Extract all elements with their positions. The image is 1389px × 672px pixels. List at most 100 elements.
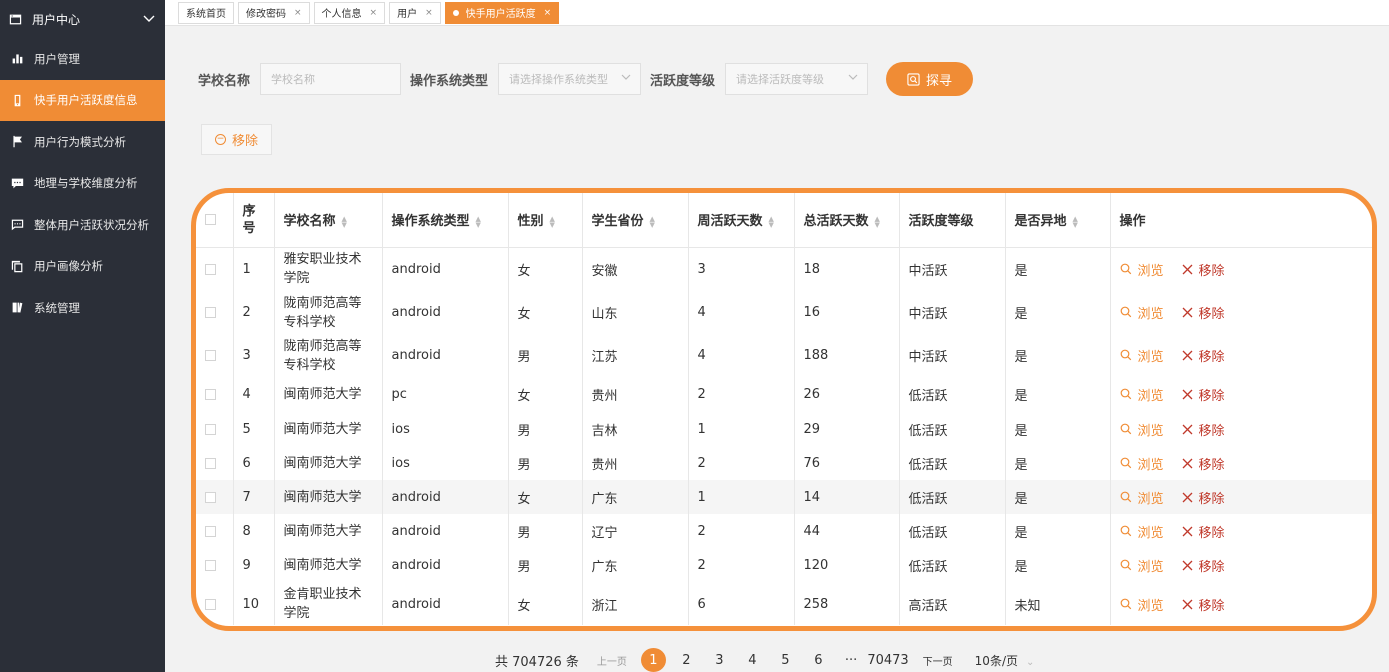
table-row[interactable]: 6 闽南师范大学 ios 男贵州 2 76 低活跃是 浏览 移除 [196,446,1372,480]
table-row[interactable]: 10 金肯职业技术学院 android 女浙江 6 258 高活跃 未知 浏览 移除 [196,583,1372,625]
column-header-label: 操作系统类型 [391,214,470,230]
remove-button[interactable]: 移除 [1182,350,1225,365]
sort-icon[interactable]: ▲ ▼ [769,215,774,228]
sidebar-item-6[interactable]: 用户画像分析 [0,246,165,288]
page-size-select[interactable]: 10条/页 ⌄ [975,652,1035,669]
view-button[interactable]: 浏览 [1120,491,1164,507]
table-row[interactable]: 7 闽南师范大学 android 女广东 1 14 低活跃是 浏览 移除 [196,480,1372,514]
pagination-ellipsis[interactable]: ··· [845,653,857,668]
sidebar-item-3[interactable]: 用户行为模式分析 [0,121,165,163]
row-checkbox[interactable] [205,560,216,571]
school-name-input[interactable] [260,63,402,95]
search-button[interactable]: 探寻 [886,62,974,96]
last-page-button[interactable]: 70473 [867,653,908,668]
table-row[interactable]: 4 闽南师范大学 pc 女贵州 2 26 低活跃是 浏览 移除 [196,377,1372,412]
row-checkbox[interactable] [205,389,216,400]
row-checkbox-cell [196,291,234,334]
tab-1[interactable]: 系统首页 [178,1,234,24]
page-button-6[interactable]: 6 [806,648,831,672]
table-cell: 男 [508,514,583,548]
remove-button[interactable]: 移除 [1182,560,1225,575]
page-button-5[interactable]: 5 [773,648,798,672]
tab-5[interactable]: 快手用户活跃度 × [444,1,560,24]
close-icon[interactable]: × [294,8,302,18]
view-button[interactable]: 浏览 [1120,388,1164,404]
view-button[interactable]: 浏览 [1120,263,1164,279]
column-header-6[interactable]: 周活跃天数 ▲ ▼ [688,193,795,248]
next-page-button[interactable]: 下一页 [923,653,953,668]
view-button[interactable]: 浏览 [1120,598,1164,614]
column-header-1[interactable]: 序号 [233,193,275,248]
batch-remove-button[interactable]: − 移除 [201,124,272,155]
sort-icon[interactable]: ▲ ▼ [650,215,655,228]
remove-button[interactable]: 移除 [1182,264,1225,279]
page-button-2[interactable]: 2 [674,648,699,672]
table-row[interactable]: 8 闽南师范大学 android 男辽宁 2 44 低活跃是 浏览 移除 [196,514,1372,548]
sidebar-item-2[interactable]: 快手用户活跃度信息 [0,79,165,121]
column-header-7[interactable]: 总活跃天数 ▲ ▼ [794,193,900,248]
remove-button[interactable]: 移除 [1182,424,1225,439]
view-button[interactable]: 浏览 [1120,525,1164,541]
table-cell: 女 [508,377,583,412]
sort-icon[interactable]: ▲ ▼ [875,215,880,228]
view-button[interactable]: 浏览 [1120,457,1164,473]
row-checkbox[interactable] [205,307,216,318]
select-all-checkbox[interactable] [205,214,216,226]
view-button[interactable]: 浏览 [1120,349,1164,365]
sort-icon[interactable]: ▲ ▼ [342,215,347,228]
remove-button[interactable]: 移除 [1182,526,1225,541]
table-cell: 6 [688,583,795,625]
sort-icon[interactable]: ▲ ▼ [1073,215,1078,228]
row-checkbox[interactable] [205,263,216,275]
table-row[interactable]: 2 陇南师范高等专科学校 android 女山东 4 16 中活跃是 浏览 移除 [196,291,1372,334]
remove-label: 移除 [1198,350,1225,365]
row-checkbox[interactable] [205,423,216,435]
row-checkbox[interactable] [205,525,216,537]
page-button-3[interactable]: 3 [707,648,732,672]
remove-button[interactable]: 移除 [1182,458,1225,473]
sort-icon[interactable]: ▲ ▼ [550,215,555,228]
sidebar-item-4[interactable]: 地理与学校维度分析 [0,163,165,205]
page-button-4[interactable]: 4 [740,648,765,672]
remove-button[interactable]: 移除 [1182,599,1225,614]
table-row[interactable]: 3 陇南师范高等专科学校 android 男江苏 4 188 中活跃是 浏览 移除 [196,334,1372,377]
column-header-5[interactable]: 学生省份 ▲ ▼ [582,193,689,248]
table-cell: 男 [508,334,583,377]
sidebar-header[interactable]: 用户中心 [0,0,165,38]
table-row[interactable]: 5 闽南师范大学 ios 男吉林 1 29 低活跃是 浏览 移除 [196,412,1372,446]
close-icon[interactable]: × [425,8,433,18]
column-header-3[interactable]: 操作系统类型 ▲ ▼ [382,193,509,248]
tab-4[interactable]: 用户 × [389,1,441,24]
sidebar-item-1[interactable]: 用户管理 [0,38,165,80]
view-button[interactable]: 浏览 [1120,423,1164,439]
remove-button[interactable]: 移除 [1182,307,1225,322]
row-checkbox[interactable] [205,350,216,361]
os-type-select[interactable]: 请选择操作系统类型 [498,63,642,95]
table-cell: pc [382,377,509,412]
row-checkbox[interactable] [205,598,216,610]
column-header-4[interactable]: 性别 ▲ ▼ [508,193,583,248]
page-button-1[interactable]: 1 [640,648,666,672]
tab-2[interactable]: 修改密码 × [238,1,310,24]
activity-level-select[interactable]: 请选择活跃度等级 [725,63,869,95]
tab-3[interactable]: 个人信息 × [313,1,386,24]
remove-button[interactable]: 移除 [1182,389,1225,404]
row-checkbox[interactable] [205,457,216,469]
remove-button[interactable]: 移除 [1182,492,1225,507]
table-row[interactable]: 1 雅安职业技术学院 android 女安徽 3 18 中活跃是 浏览 移除 [196,247,1372,291]
view-button[interactable]: 浏览 [1120,306,1164,322]
view-button[interactable]: 浏览 [1120,559,1164,575]
close-icon[interactable]: × [544,8,552,18]
column-header-9[interactable]: 是否异地 ▲ ▼ [1005,193,1111,248]
sidebar-item-label: 快手用户活跃度信息 [34,93,138,108]
sort-icon[interactable]: ▲ ▼ [476,215,481,228]
column-header-2[interactable]: 学校名称 ▲ ▼ [274,193,383,248]
sidebar-item-7[interactable]: 系统管理 [0,287,165,329]
table-row[interactable]: 9 闽南师范大学 android 男广东 2 120 低活跃是 浏览 移除 [196,548,1372,583]
sidebar-item-5[interactable]: 整体用户活跃状况分析 [0,204,165,246]
close-icon[interactable]: × [370,8,378,18]
prev-page-button[interactable]: 上一页 [597,653,627,668]
row-actions: 浏览 移除 [1110,583,1372,625]
row-checkbox[interactable] [205,491,216,503]
column-header-label: 周活跃天数 [697,214,763,230]
